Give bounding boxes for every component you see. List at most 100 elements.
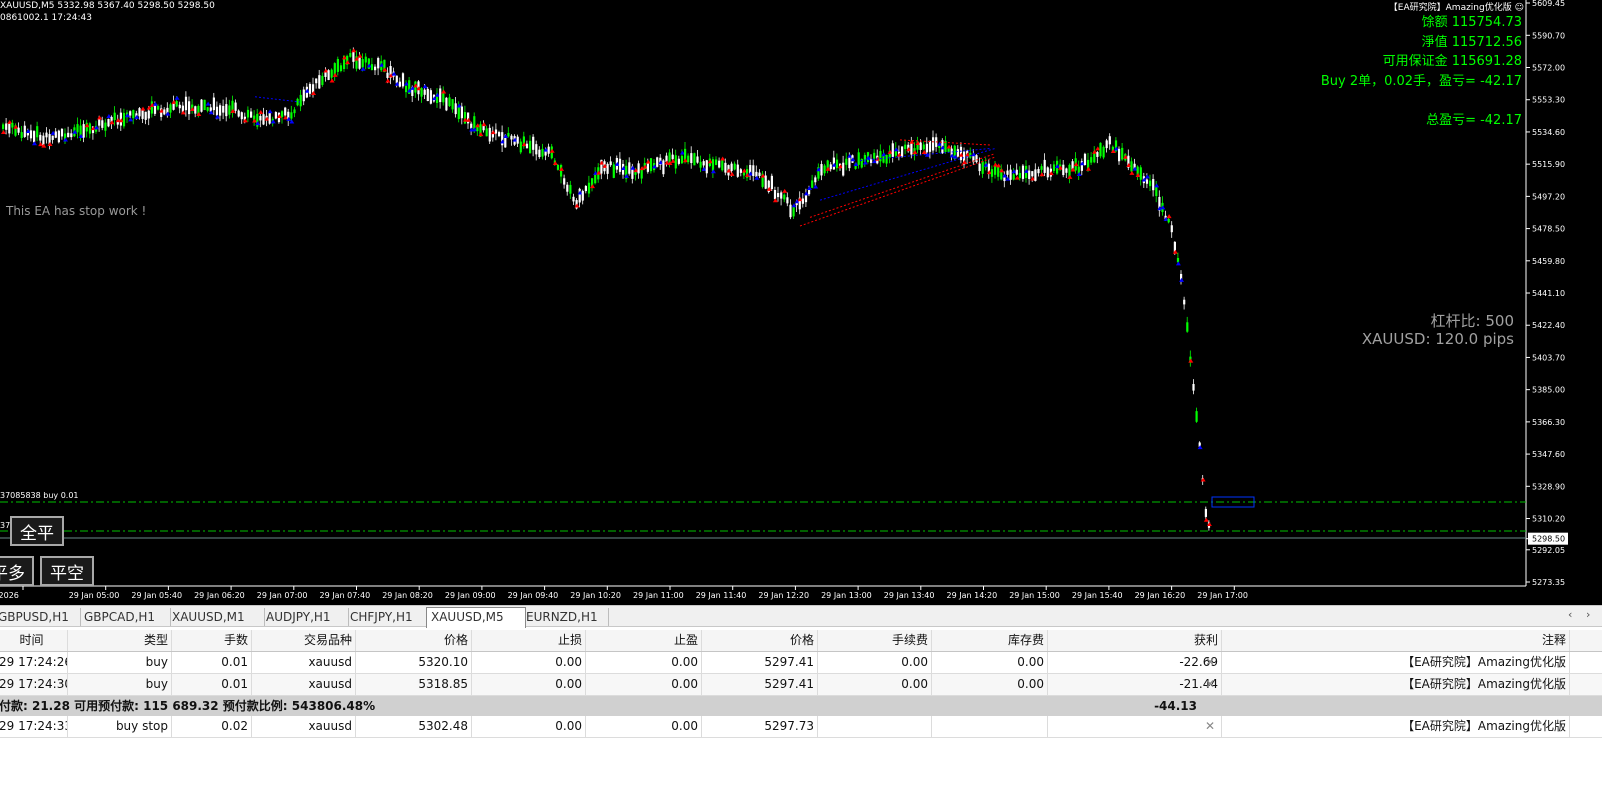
tab-gbpcad-h1[interactable]: GBPCAD,H1	[80, 608, 171, 626]
trade-arrow	[850, 157, 856, 162]
close-order-icon[interactable]: ✕	[1202, 652, 1220, 673]
close-all-button[interactable]: 全平	[10, 516, 64, 546]
table-cell: 5297.73	[702, 716, 818, 737]
table-row[interactable]: 29 17:24:26 buy 0.01 xauusd 5320.10 0.00 0.00 5…	[0, 652, 1602, 674]
candle-body	[339, 65, 343, 72]
candle-body	[11, 122, 14, 128]
candle-body	[922, 144, 925, 150]
time-tick-label: 29 Jan 12:20	[758, 591, 809, 600]
price-chart[interactable]: 5609.45 5590.70 5572.00 5553.30 5534.60 5515.…	[0, 0, 1602, 605]
candle-body	[107, 118, 110, 127]
close-order-icon[interactable]: ✕	[1202, 716, 1220, 737]
candle-body	[1012, 174, 1015, 180]
candle-body	[1009, 169, 1012, 180]
candle-body	[925, 143, 928, 153]
table-cell: 0.00	[932, 674, 1048, 695]
table-cell: 0.00	[472, 716, 586, 737]
candle-body	[104, 122, 107, 131]
trade-arrow	[109, 120, 115, 125]
trade-arrow	[422, 84, 428, 89]
tab-eurnzd-h1[interactable]: EURNZD,H1	[522, 608, 609, 626]
candle-body	[773, 189, 777, 200]
candle-body	[1062, 164, 1065, 176]
candle-body	[811, 180, 814, 188]
tab-xauusd-m5[interactable]: XAUUSD,M5	[426, 607, 526, 628]
candle-body	[879, 150, 882, 162]
candle-body	[541, 148, 544, 157]
price-tick-label: 5310.20	[1532, 515, 1565, 524]
pending-order-row[interactable]: 29 17:24:33 buy stop 0.02 xauusd 5302.48 0.00…	[0, 716, 1602, 738]
time-tick-label: 29 Jan 10:20	[570, 591, 621, 600]
candle-body	[1046, 167, 1049, 178]
tab-chfjpy-h1[interactable]: CHFJPY,H1	[346, 608, 429, 626]
trade-arrow	[345, 60, 351, 65]
candle-body	[321, 75, 324, 85]
table-cell	[818, 716, 932, 737]
trade-arrow	[1179, 277, 1184, 282]
column-header[interactable]: 手续费	[818, 630, 932, 651]
candle-body	[764, 175, 767, 189]
column-header[interactable]: 止损	[472, 630, 586, 651]
column-header[interactable]: 注释	[1222, 630, 1570, 651]
candle-body	[1108, 136, 1111, 145]
column-header[interactable]: 手数	[172, 630, 252, 651]
column-header[interactable]: 止盈	[586, 630, 702, 651]
close-order-icon[interactable]: ✕	[1202, 674, 1220, 695]
table-cell: 5320.10	[356, 652, 472, 673]
tab-audjpy-h1[interactable]: AUDJPY,H1	[262, 608, 349, 626]
tab-xauusd-m1[interactable]: XAUUSD,M1	[168, 608, 265, 626]
candle-body	[225, 104, 228, 117]
candle-body	[711, 159, 715, 172]
candle-body	[507, 132, 510, 137]
candle-body	[730, 163, 733, 172]
close-long-button[interactable]: 平多	[0, 556, 34, 586]
column-header[interactable]: 价格	[702, 630, 818, 651]
candle-body	[535, 144, 538, 155]
table-row[interactable]: 29 17:24:30 buy 0.01 xauusd 5318.85 0.00 0.00 5…	[0, 674, 1602, 696]
candle-body	[919, 142, 922, 150]
candle-body	[904, 144, 907, 149]
candle-body	[315, 78, 318, 84]
candle-body	[330, 69, 333, 78]
ea-stop-message: This EA has stop work !	[6, 204, 147, 218]
candle-body	[240, 112, 243, 120]
column-header[interactable]: 交易品种	[252, 630, 356, 651]
column-header[interactable]: 获利	[1048, 630, 1222, 651]
candle-body	[312, 84, 315, 93]
candle-body	[721, 159, 724, 171]
column-header[interactable]: 时间	[0, 630, 68, 651]
candle-body	[361, 59, 364, 68]
table-cell: 0.00	[472, 652, 586, 673]
trade-arrow	[772, 198, 778, 203]
trade-arrow	[630, 165, 636, 170]
close-short-button[interactable]: 平空	[40, 556, 94, 586]
trade-arrow	[208, 110, 214, 115]
column-header[interactable]: 价格	[356, 630, 472, 651]
price-tick-label: 5478.50	[1532, 225, 1565, 234]
candle-body	[45, 132, 48, 138]
candle-body	[228, 105, 231, 115]
candle-body	[628, 162, 631, 174]
tab-scroll-left-icon[interactable]: ‹	[1568, 608, 1572, 621]
candle-body	[556, 164, 560, 170]
candle-body	[1192, 383, 1195, 391]
spread-label: XAUUSD: 120.0 pips	[1361, 330, 1514, 348]
candle-body	[42, 135, 45, 146]
candle-body	[250, 111, 253, 118]
time-tick-label: 29 Jan 06:20	[194, 591, 245, 600]
candle-body	[901, 146, 904, 157]
trade-arrow	[196, 111, 202, 116]
trade-arrow	[865, 155, 871, 160]
table-cell: 29 17:24:30	[0, 674, 68, 695]
candle-body	[835, 159, 839, 169]
candle-body	[349, 53, 352, 57]
price-tick-label: 5298.50	[1532, 535, 1565, 544]
total-profit: -44.13	[1154, 699, 1197, 713]
tab-gbpusd-h1[interactable]: GBPUSD,H1	[0, 608, 81, 626]
column-header[interactable]: 库存费	[932, 630, 1048, 651]
candle-body	[377, 58, 380, 69]
column-header[interactable]: 类型	[68, 630, 172, 651]
candle-body	[398, 81, 401, 87]
candle-body	[138, 108, 141, 117]
tab-scroll-right-icon[interactable]: ›	[1586, 608, 1590, 621]
